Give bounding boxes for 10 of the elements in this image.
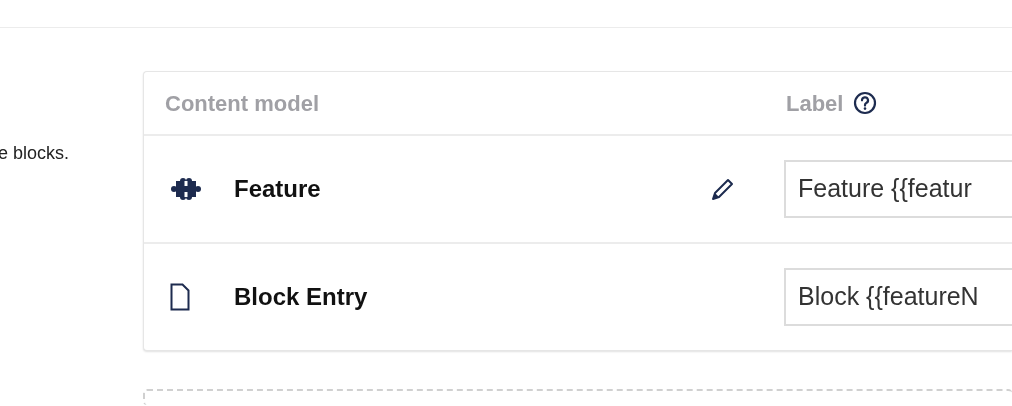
- content-model-name: Block Entry: [234, 282, 369, 312]
- help-icon[interactable]: [853, 91, 878, 115]
- edit-icon[interactable]: [710, 176, 736, 202]
- column-header: Content model: [165, 89, 320, 118]
- label-input-field[interactable]: Block {{featureN: [784, 268, 1012, 326]
- puzzle-icon: [170, 178, 202, 200]
- column-header: Label: [786, 89, 844, 118]
- document-icon: [170, 283, 190, 311]
- content-model-name: Feature: [234, 174, 322, 204]
- label-input-field[interactable]: Feature {{featur: [784, 160, 1012, 218]
